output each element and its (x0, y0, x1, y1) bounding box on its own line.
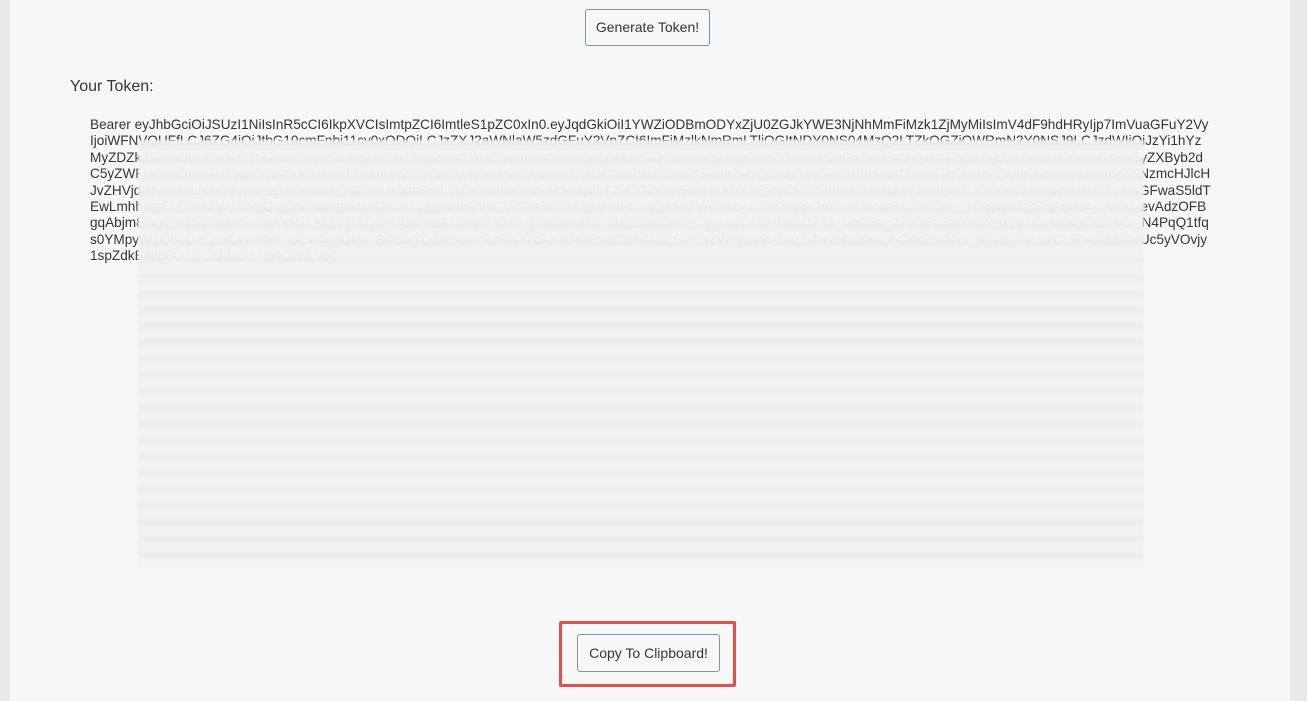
generate-token-button[interactable]: Generate Token! (585, 9, 710, 46)
token-label: Your Token: (70, 78, 154, 95)
token-output: Bearer eyJhbGciOiJSUzI1NiIsInR5cCI6IkpXV… (90, 117, 1212, 611)
redaction-blur (138, 140, 1144, 560)
redaction-fade (138, 560, 1144, 576)
token-page: Generate Token! Your Token: Bearer eyJhb… (10, 0, 1290, 701)
copy-to-clipboard-button[interactable]: Copy To Clipboard! (577, 634, 720, 672)
